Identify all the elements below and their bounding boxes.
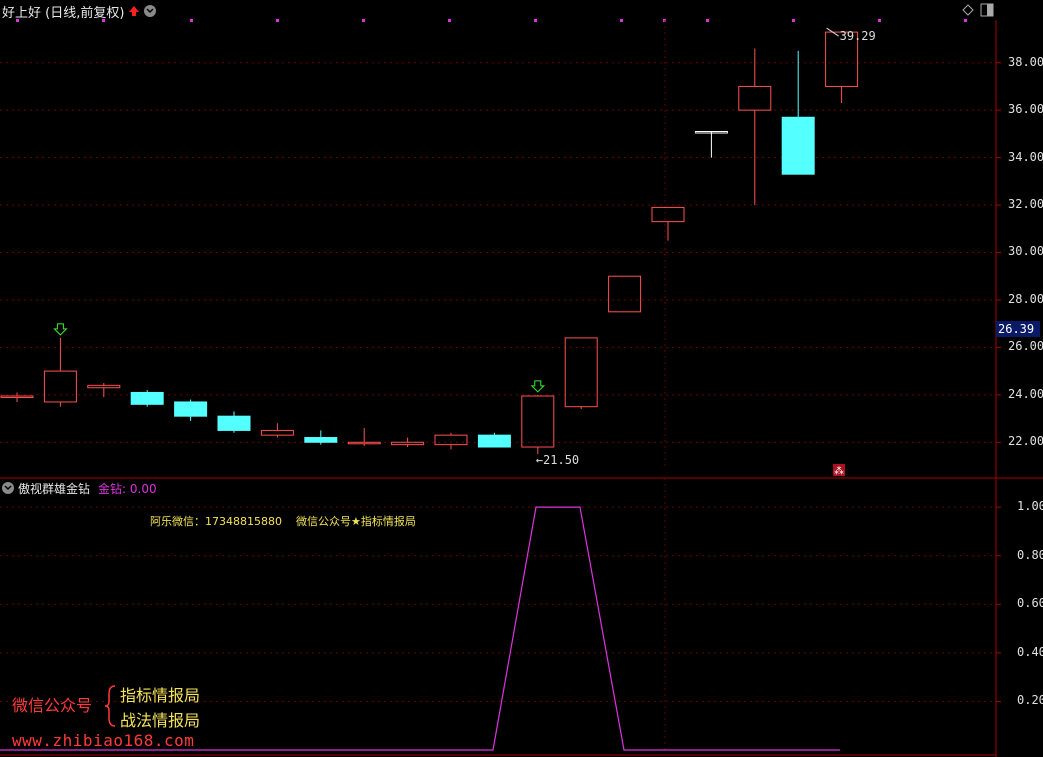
indicator-annotation: 阿乐微信：17348815880 微信公众号★指标情报局 bbox=[150, 515, 416, 528]
period-marker bbox=[964, 19, 967, 22]
price-axis-label: 30.00 bbox=[1008, 244, 1043, 259]
chart-window: 好上好 (日线,前复权) 39.29 ←21.50 ⁂ 38.00 36.00 34.0… bbox=[0, 0, 1043, 757]
period-marker bbox=[620, 19, 623, 22]
period-marker bbox=[362, 19, 365, 22]
candle-body bbox=[0, 395, 34, 399]
candle-body bbox=[304, 437, 338, 443]
high-price-label: 39.29 bbox=[840, 29, 876, 43]
period-marker bbox=[102, 19, 105, 22]
candle-body bbox=[217, 415, 251, 431]
candle-body bbox=[174, 401, 208, 417]
indicator-axis-label: 0.20 bbox=[1017, 693, 1043, 708]
candle-body bbox=[521, 395, 555, 448]
candle-body bbox=[260, 429, 294, 436]
signal-down-arrow-icon bbox=[53, 323, 68, 336]
period-marker bbox=[276, 19, 279, 22]
price-axis-label: 32.00 bbox=[1008, 197, 1043, 212]
signal-down-arrow-icon bbox=[530, 380, 546, 393]
period-marker bbox=[16, 19, 19, 22]
candle-body bbox=[477, 434, 511, 448]
promo-left: 微信公众号 bbox=[12, 696, 93, 715]
indicator-header: 傲视群雄金钻 金钻: 0.00 bbox=[2, 480, 157, 496]
indicator-axis-label: 0.60 bbox=[1017, 596, 1043, 611]
promo-url[interactable]: www.zhibiao168.com bbox=[12, 731, 194, 750]
period-marker bbox=[706, 19, 709, 22]
period-marker bbox=[534, 19, 537, 22]
promo-line2: 战法情报局 bbox=[120, 711, 201, 730]
indicator-value: 金钻: 0.00 bbox=[98, 481, 157, 496]
candle-body bbox=[87, 384, 121, 389]
price-axis-label: 28.00 bbox=[1008, 291, 1043, 306]
price-axis-label: 38.00 bbox=[1008, 54, 1043, 69]
chevron-down-icon[interactable] bbox=[2, 482, 14, 494]
candle-body bbox=[43, 370, 77, 403]
candle-body bbox=[651, 206, 685, 223]
low-price-label: ←21.50 bbox=[536, 453, 579, 467]
zhang-icon: ⁂ bbox=[834, 465, 844, 477]
current-price-tag: 26.39 bbox=[996, 321, 1040, 337]
indicator-axis-label: 0.80 bbox=[1017, 547, 1043, 562]
price-axis-label: 24.00 bbox=[1008, 386, 1043, 401]
candle-body bbox=[608, 275, 642, 313]
candle-body bbox=[347, 441, 381, 445]
period-marker bbox=[190, 19, 193, 22]
price-axis-label: 36.00 bbox=[1008, 102, 1043, 117]
indicator-name: 傲视群雄金钻 bbox=[18, 481, 91, 496]
promo-line1: 指标情报局 bbox=[120, 686, 201, 705]
candle-body bbox=[738, 85, 772, 111]
candle-body bbox=[391, 441, 425, 446]
price-axis-label: 34.00 bbox=[1008, 149, 1043, 164]
candle-body bbox=[564, 337, 598, 408]
price-chart[interactable]: 39.29 ←21.50 ⁂ bbox=[0, 0, 1043, 757]
price-axis-label: 26.00 bbox=[1008, 339, 1043, 354]
indicator-axis-label: 1.00 bbox=[1017, 499, 1043, 514]
period-marker bbox=[792, 19, 795, 22]
candle-body bbox=[781, 116, 815, 175]
period-marker bbox=[878, 19, 881, 22]
period-marker bbox=[448, 19, 451, 22]
candle-body bbox=[434, 434, 468, 446]
price-axis-label: 22.00 bbox=[1008, 434, 1043, 449]
indicator-axis-label: 0.40 bbox=[1017, 644, 1043, 659]
candle-body bbox=[130, 391, 164, 405]
brace-icon bbox=[104, 685, 116, 727]
